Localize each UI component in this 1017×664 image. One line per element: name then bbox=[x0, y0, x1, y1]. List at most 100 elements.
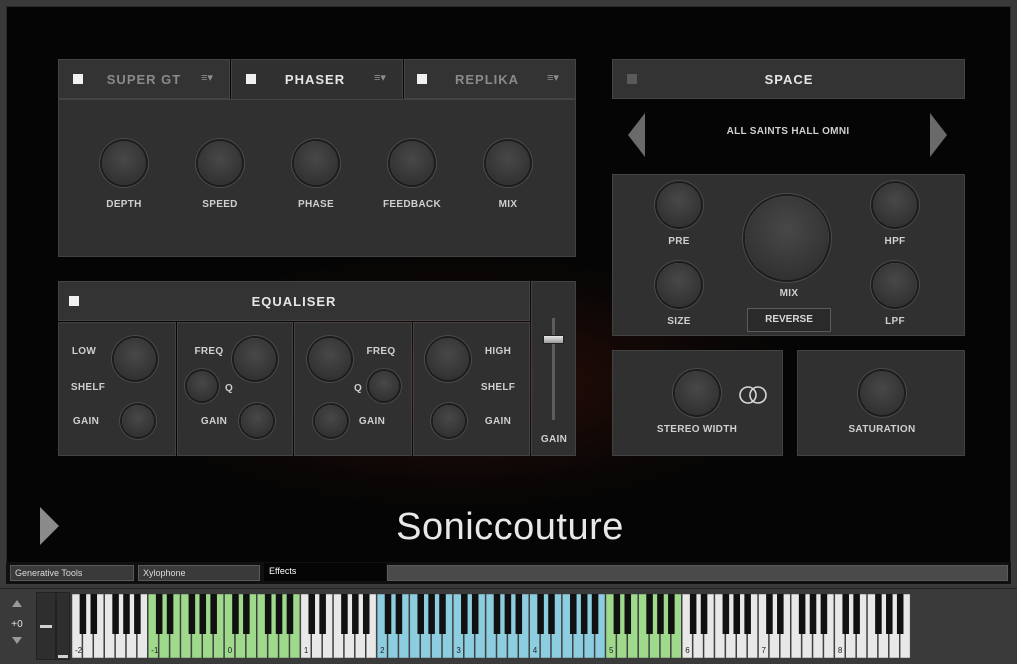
piano-black-key[interactable] bbox=[123, 594, 130, 634]
reverse-button[interactable]: REVERSE bbox=[747, 308, 831, 332]
piano-black-key[interactable] bbox=[613, 594, 621, 634]
mid2-q-knob[interactable] bbox=[369, 371, 399, 401]
fx-slot-replika[interactable]: REPLIKA ≡▾ bbox=[404, 59, 576, 99]
speed-knob[interactable] bbox=[198, 141, 242, 185]
piano-black-key[interactable] bbox=[341, 594, 348, 634]
depth-knob[interactable] bbox=[102, 141, 146, 185]
piano-black-key[interactable] bbox=[548, 594, 555, 634]
piano-black-key[interactable] bbox=[689, 594, 697, 634]
piano-black-key[interactable] bbox=[515, 594, 523, 634]
piano-black-key[interactable] bbox=[809, 594, 817, 634]
mod-wheel[interactable] bbox=[56, 592, 70, 660]
menu-icon[interactable]: ≡▾ bbox=[374, 71, 386, 84]
mid1-freq-knob[interactable] bbox=[234, 338, 276, 380]
piano-black-key[interactable] bbox=[875, 594, 882, 634]
piano-black-key[interactable] bbox=[286, 594, 294, 634]
space-enable-checkbox[interactable] bbox=[627, 74, 637, 84]
mid2-freq-knob[interactable] bbox=[309, 338, 351, 380]
fx-slot-super-gt[interactable]: SUPER GT ≡▾ bbox=[58, 59, 230, 99]
piano-black-key[interactable] bbox=[428, 594, 435, 634]
piano-black-key[interactable] bbox=[798, 594, 806, 634]
piano-black-key[interactable] bbox=[668, 594, 675, 634]
mix-knob[interactable] bbox=[486, 141, 530, 185]
piano-black-key[interactable] bbox=[166, 594, 174, 634]
transpose-up-icon[interactable] bbox=[12, 600, 22, 608]
space-mix-knob[interactable] bbox=[745, 196, 829, 280]
eq-gain-fader-track[interactable] bbox=[552, 318, 555, 420]
fx-slot-enable-checkbox[interactable] bbox=[246, 74, 256, 84]
piano-black-key[interactable] bbox=[461, 594, 468, 634]
piano-black-key[interactable] bbox=[319, 594, 326, 634]
fx-slot-enable-checkbox[interactable] bbox=[73, 74, 83, 84]
pre-delay-knob[interactable] bbox=[657, 183, 701, 227]
piano-black-key[interactable] bbox=[90, 594, 98, 634]
low-shelf-freq-knob[interactable] bbox=[114, 338, 156, 380]
piano-black-key[interactable] bbox=[493, 594, 501, 634]
piano-black-key[interactable] bbox=[264, 594, 272, 634]
piano-black-key[interactable] bbox=[766, 594, 773, 634]
piano-black-key[interactable] bbox=[842, 594, 849, 634]
mid1-gain-knob[interactable] bbox=[241, 405, 273, 437]
menu-icon[interactable]: ≡▾ bbox=[201, 71, 213, 84]
tab-generative-tools[interactable]: Generative Tools bbox=[10, 565, 134, 581]
piano-black-key[interactable] bbox=[733, 594, 741, 634]
high-shelf-freq-knob[interactable] bbox=[427, 338, 469, 380]
piano-black-key[interactable] bbox=[744, 594, 751, 634]
piano-black-key[interactable] bbox=[624, 594, 632, 634]
piano-black-key[interactable] bbox=[591, 594, 599, 634]
piano-black-key[interactable] bbox=[308, 594, 316, 634]
piano-black-key[interactable] bbox=[243, 594, 250, 634]
pitch-wheel[interactable] bbox=[36, 592, 56, 660]
equaliser-enable-checkbox[interactable] bbox=[69, 296, 79, 306]
fx-slot-phaser[interactable]: PHASER ≡▾ bbox=[231, 59, 403, 100]
piano-black-key[interactable] bbox=[777, 594, 784, 634]
mid1-q-knob[interactable] bbox=[187, 371, 217, 401]
piano-black-key[interactable] bbox=[134, 594, 141, 634]
piano-black-key[interactable] bbox=[352, 594, 359, 634]
piano-black-key[interactable] bbox=[537, 594, 544, 634]
piano-black-key[interactable] bbox=[155, 594, 163, 634]
piano-black-key[interactable] bbox=[112, 594, 119, 634]
phase-knob[interactable] bbox=[294, 141, 338, 185]
mid2-gain-knob[interactable] bbox=[315, 405, 347, 437]
pitch-wheel-handle[interactable] bbox=[40, 625, 52, 628]
page-arrow-icon[interactable] bbox=[40, 507, 60, 545]
piano-black-key[interactable] bbox=[504, 594, 512, 634]
hpf-knob[interactable] bbox=[873, 183, 917, 227]
piano-black-key[interactable] bbox=[79, 594, 87, 634]
piano-black-key[interactable] bbox=[362, 594, 370, 634]
piano-black-key[interactable] bbox=[657, 594, 664, 634]
piano-black-key[interactable] bbox=[580, 594, 588, 634]
piano-black-key[interactable] bbox=[199, 594, 207, 634]
piano-black-key[interactable] bbox=[439, 594, 446, 634]
piano-black-key[interactable] bbox=[722, 594, 730, 634]
lpf-knob[interactable] bbox=[873, 263, 917, 307]
stereo-width-knob[interactable] bbox=[675, 371, 719, 415]
tab-effects[interactable]: Effects bbox=[264, 563, 386, 581]
piano-black-key[interactable] bbox=[232, 594, 239, 634]
piano-black-key[interactable] bbox=[646, 594, 653, 634]
size-knob[interactable] bbox=[657, 263, 701, 307]
menu-icon[interactable]: ≡▾ bbox=[547, 71, 559, 84]
tab-xylophone[interactable]: Xylophone bbox=[138, 565, 260, 581]
piano-black-key[interactable] bbox=[886, 594, 893, 634]
piano-black-key[interactable] bbox=[896, 594, 904, 634]
fx-slot-enable-checkbox[interactable] bbox=[417, 74, 427, 84]
piano-black-key[interactable] bbox=[384, 594, 392, 634]
feedback-knob[interactable] bbox=[390, 141, 434, 185]
piano-black-key[interactable] bbox=[210, 594, 217, 634]
mod-wheel-handle[interactable] bbox=[58, 655, 68, 658]
piano-keyboard[interactable]: -2 -1 0 1 2 3 4 5 6 7 8 bbox=[72, 594, 922, 660]
piano-black-key[interactable] bbox=[188, 594, 196, 634]
piano-black-key[interactable] bbox=[275, 594, 283, 634]
low-gain-knob[interactable] bbox=[122, 405, 154, 437]
piano-black-key[interactable] bbox=[417, 594, 424, 634]
piano-black-key[interactable] bbox=[471, 594, 479, 634]
high-gain-knob[interactable] bbox=[433, 405, 465, 437]
eq-gain-fader-handle[interactable] bbox=[543, 335, 564, 345]
piano-black-key[interactable] bbox=[570, 594, 577, 634]
piano-black-key[interactable] bbox=[820, 594, 828, 634]
piano-black-key[interactable] bbox=[395, 594, 403, 634]
transpose-down-icon[interactable] bbox=[12, 637, 22, 645]
previous-preset-arrow-icon[interactable] bbox=[628, 113, 646, 157]
